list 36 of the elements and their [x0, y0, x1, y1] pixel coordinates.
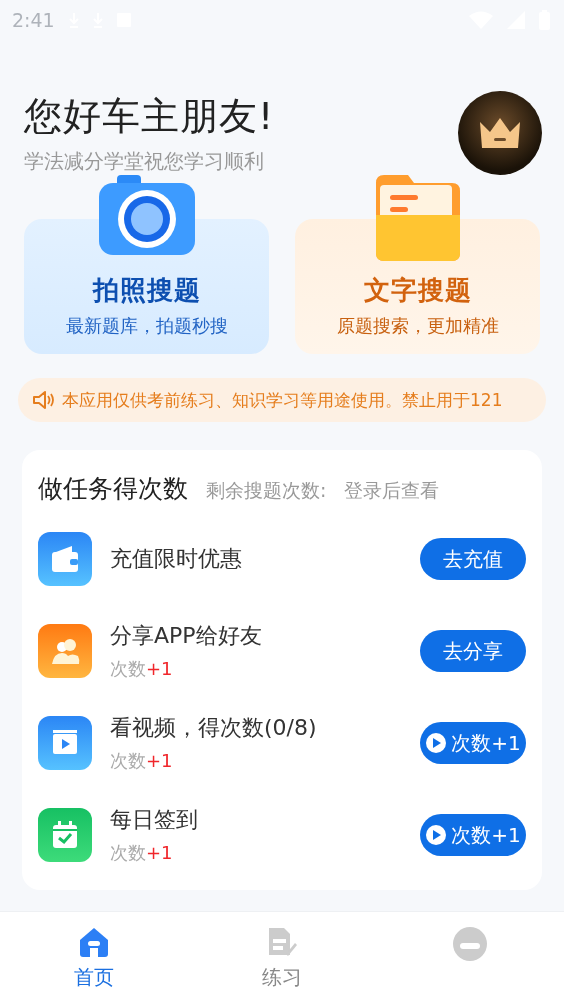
status-time: 2:41 [12, 9, 55, 31]
speaker-icon [32, 390, 56, 410]
remaining-label: 剩余搜题次数: [206, 478, 327, 503]
calendar-tile-icon [38, 808, 92, 862]
folder-icon [373, 175, 462, 261]
notice-text: 本应用仅供考前练习、知识学习等用途使用。禁止用于121 [62, 388, 503, 412]
reward-text: 次数+1 [110, 841, 174, 865]
task-title: 每日签到 [110, 806, 199, 834]
task-button[interactable]: 次数+1 [420, 722, 526, 764]
remaining-value: 登录后查看 [344, 478, 440, 503]
card-subtitle: 原题搜索，更加精准 [336, 314, 499, 338]
greeting-title: 您好车主朋友! [24, 92, 276, 140]
tab[interactable]: 练习 [188, 912, 376, 1004]
reward-text: 次数+1 [110, 657, 174, 681]
people-tile-icon [38, 624, 92, 678]
greeting-subtitle: 学法减分学堂祝您学习顺利 [24, 147, 265, 175]
tab[interactable]: 首页 [0, 912, 188, 1004]
play-icon [425, 732, 448, 754]
home-icon [78, 926, 110, 958]
task-title: 充值限时优惠 [110, 545, 243, 573]
wallet-tile-icon [38, 532, 92, 586]
task-button[interactable]: 去分享 [420, 630, 526, 672]
task-title: 看视频，得次数(0/8) [110, 714, 318, 742]
task-title: 分享APP给好友 [110, 622, 263, 650]
reward-text: 次数+1 [110, 749, 174, 773]
section-title: 做任务得次数 [38, 473, 188, 505]
video-tile-icon [38, 716, 92, 770]
task-button[interactable]: 次数+1 [420, 814, 526, 856]
search-card[interactable]: 拍照搜题 最新题库，拍题秒搜 [24, 175, 269, 354]
card-subtitle: 最新题库，拍题秒搜 [65, 314, 228, 338]
card-title: 拍照搜题 [92, 274, 201, 307]
search-card[interactable]: 文字搜题 原题搜索，更加精准 [295, 175, 540, 354]
play-icon [425, 824, 448, 846]
task-button[interactable]: 去充值 [420, 538, 526, 580]
document-pen-icon [266, 926, 298, 958]
card-title: 文字搜题 [363, 274, 472, 307]
